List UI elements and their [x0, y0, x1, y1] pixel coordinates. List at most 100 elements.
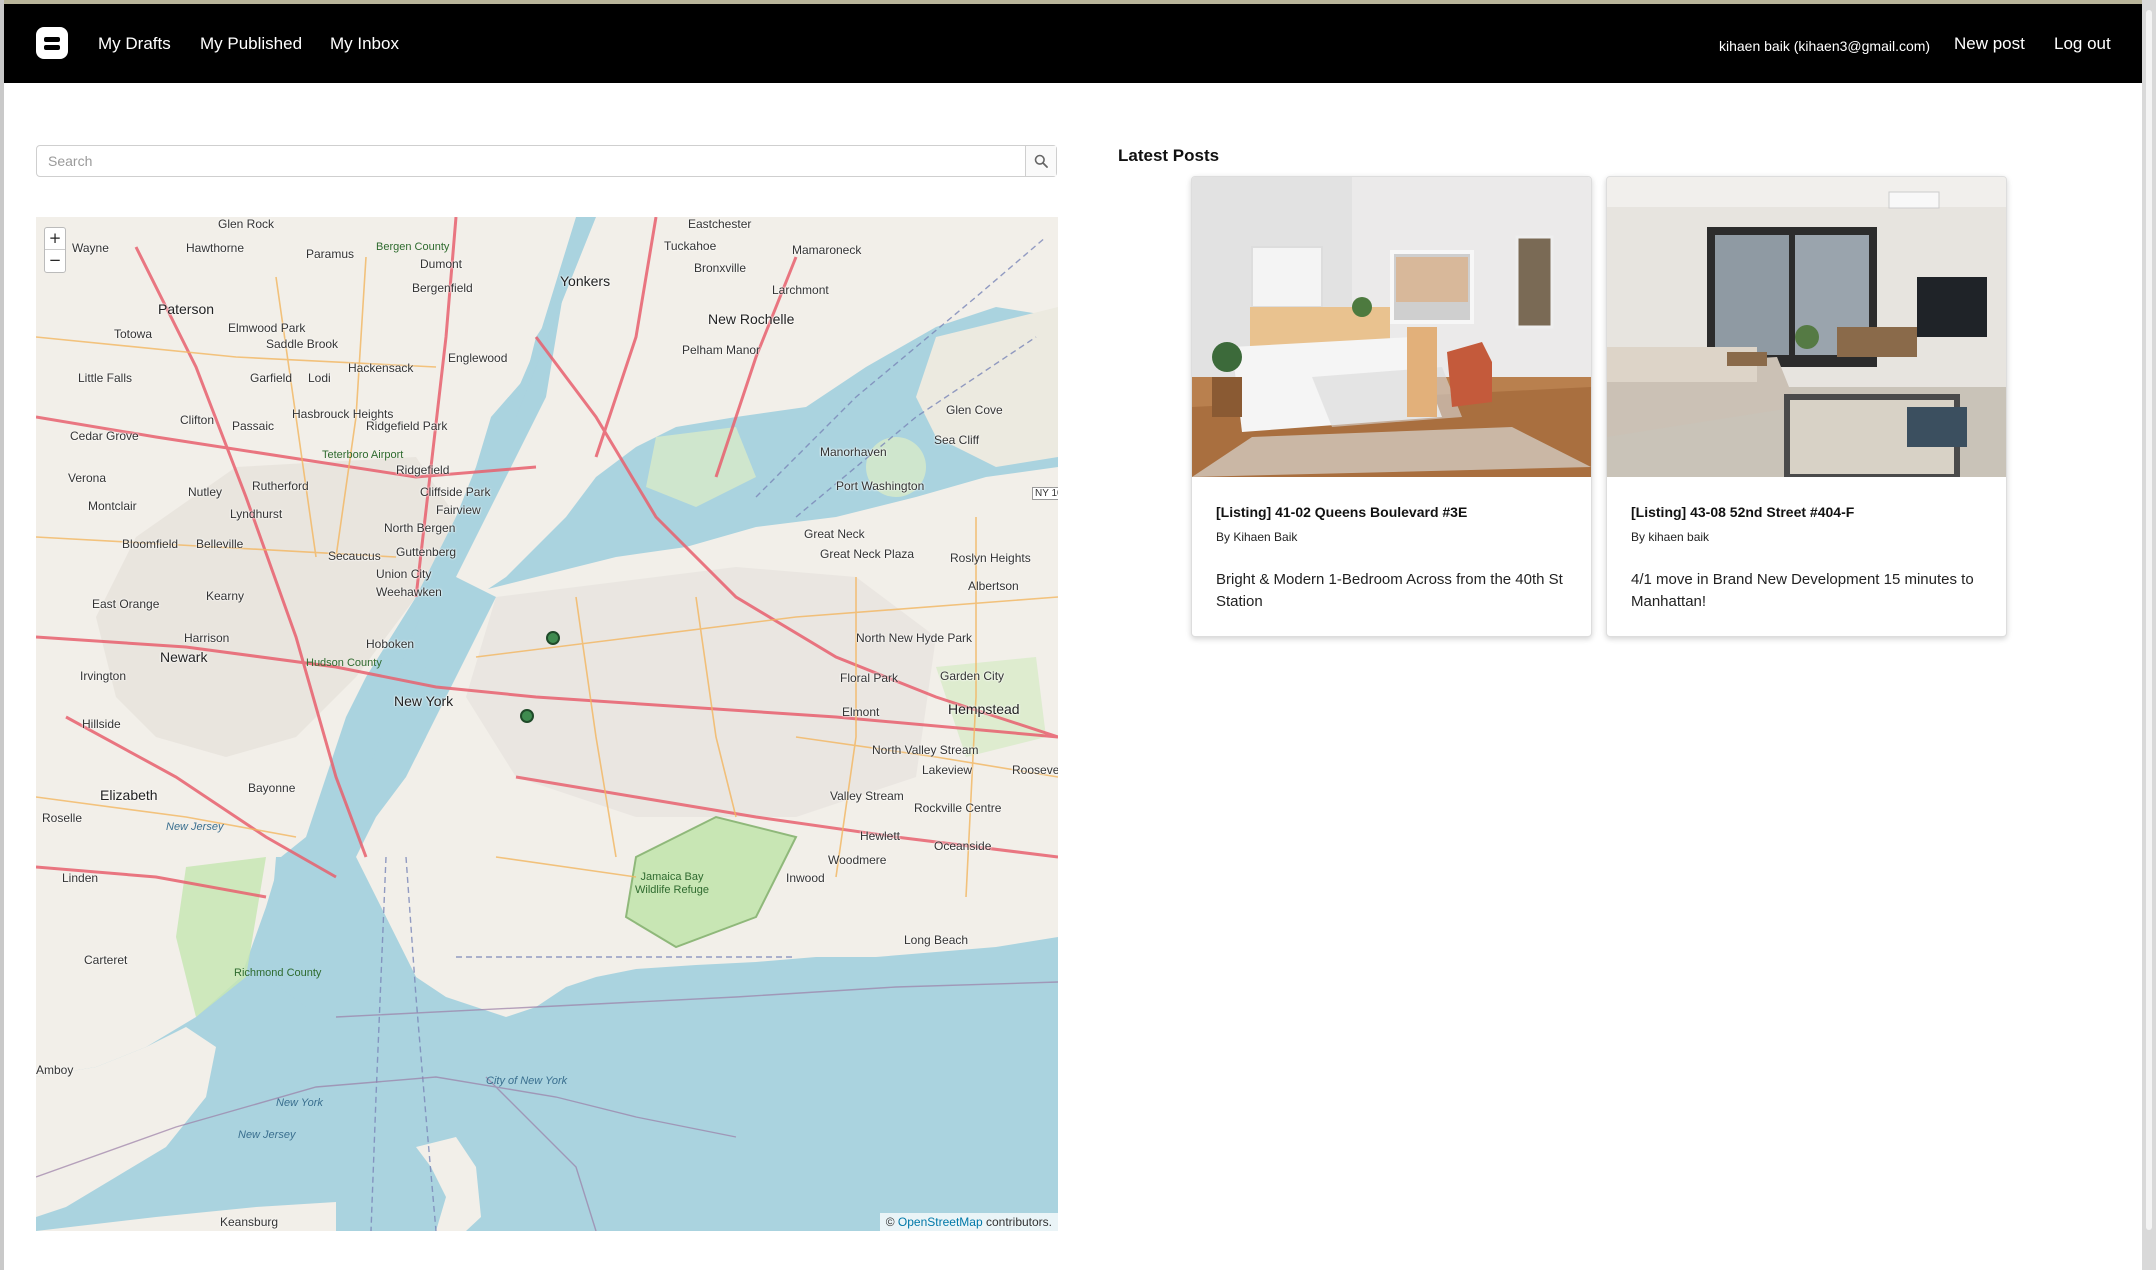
map-label: Roosevelt [1012, 763, 1058, 777]
map-label: Englewood [448, 351, 508, 365]
map-label: Bloomfield [122, 537, 179, 551]
app-logo-icon[interactable] [36, 27, 68, 59]
search-icon [1034, 154, 1048, 168]
map-label: Linden [62, 871, 99, 885]
map-area-label: Bergen County [376, 241, 450, 253]
post-image-living-room [1607, 177, 2006, 477]
listings-map[interactable]: Glen Rock Wayne Hawthorne Paramus Dumont… [36, 217, 1058, 1231]
map-label: Roslyn Heights [950, 551, 1031, 565]
listing-marker[interactable] [520, 709, 534, 723]
map-water-label: New York [276, 1097, 323, 1109]
map-label: Garfield [250, 371, 293, 385]
map-label: Little Falls [78, 371, 133, 385]
road-shield: NY 10 [1032, 487, 1058, 500]
map-label: Yonkers [560, 273, 611, 289]
new-post-link[interactable]: New post [1954, 34, 2025, 54]
map-label: Glen Cove [946, 403, 1003, 417]
post-author: By kihaen baik [1631, 530, 1710, 544]
map-label: Valley Stream [830, 789, 904, 803]
post-card[interactable]: [Listing] 41-02 Queens Boulevard #3E By … [1191, 176, 1592, 637]
map-label: Dumont [420, 257, 463, 271]
map-label: Great Neck Plaza [820, 547, 915, 561]
openstreetmap-link[interactable]: OpenStreetMap [898, 1215, 983, 1229]
map-label: North New Hyde Park [856, 631, 973, 645]
map-zoom-control: + − [44, 227, 66, 273]
map-label: Cedar Grove [70, 429, 139, 443]
post-card[interactable]: [Listing] 43-08 52nd Street #404-F By ki… [1606, 176, 2007, 637]
map-label: Totowa [114, 327, 153, 341]
map-label: Hempstead [948, 701, 1020, 717]
logout-link[interactable]: Log out [2054, 34, 2111, 54]
listing-marker[interactable] [546, 631, 560, 645]
map-label: New Rochelle [708, 311, 795, 327]
map-label: Belleville [196, 537, 244, 551]
map-label: Amboy [36, 1063, 74, 1077]
post-title[interactable]: [Listing] 41-02 Queens Boulevard #3E [1216, 504, 1467, 520]
zoom-out-button[interactable]: − [45, 250, 65, 272]
map-label: Union City [376, 567, 432, 581]
map-label: Secaucus [328, 549, 381, 563]
map-label: Montclair [88, 499, 137, 513]
map-label: Lodi [308, 371, 331, 385]
latest-posts-heading: Latest Posts [1118, 146, 1220, 165]
top-navbar: My Drafts My Published My Inbox kihaen b… [4, 4, 2142, 83]
map-label: Hewlett [860, 829, 901, 843]
map-label: Ridgefield [396, 463, 450, 477]
map-label: Manorhaven [820, 445, 887, 459]
map-label: Mamaroneck [792, 243, 862, 257]
zoom-in-button[interactable]: + [45, 228, 65, 250]
map-label: Elmont [842, 705, 880, 719]
map-label: North Valley Stream [872, 743, 979, 757]
post-description: Bright & Modern 1-Bedroom Across from th… [1216, 571, 1563, 610]
map-label: Hoboken [366, 637, 415, 651]
map-park-label: Jamaica Bay Wildlife Refuge [635, 871, 709, 896]
post-description: 4/1 move in Brand New Development 15 min… [1631, 571, 1974, 610]
map-label: Hawthorne [186, 241, 245, 255]
map-label: Wayne [72, 241, 109, 255]
map-label: Floral Park [840, 671, 899, 685]
map-label: Elizabeth [100, 787, 158, 803]
nav-my-published[interactable]: My Published [200, 34, 302, 54]
map-label: Glen Rock [218, 217, 275, 231]
map-label: Saddle Brook [266, 337, 339, 351]
map-label: Fairview [436, 503, 481, 517]
map-label: Paterson [158, 301, 215, 317]
map-label: Kearny [206, 589, 245, 603]
user-identity: kihaen baik (kihaen3@gmail.com) [1719, 38, 1931, 54]
nav-my-drafts[interactable]: My Drafts [98, 34, 171, 54]
map-water-label: New Jersey [166, 821, 224, 833]
post-author: By Kihaen Baik [1216, 530, 1298, 544]
map-label: Hillside [82, 717, 121, 731]
map-label: Hackensack [348, 361, 414, 375]
map-area-label: Teterboro Airport [322, 449, 404, 461]
map-label: Sea Cliff [934, 433, 980, 447]
search-bar [36, 145, 1057, 177]
map-area-label: Richmond County [234, 967, 322, 979]
map-label: Albertson [968, 579, 1019, 593]
map-label: Verona [68, 471, 107, 485]
map-label: Great Neck [804, 527, 865, 541]
map-label: New York [394, 693, 454, 709]
window-left-edge [0, 0, 4, 1270]
map-label: East Orange [92, 597, 160, 611]
map-water-label: City of New York [486, 1075, 568, 1087]
map-label: Roselle [42, 811, 83, 825]
page-scrollbar[interactable] [2142, 0, 2156, 1270]
post-title[interactable]: [Listing] 43-08 52nd Street #404-F [1631, 504, 1854, 520]
map-label: Keansburg [220, 1215, 279, 1229]
map-label: Guttenberg [396, 545, 457, 559]
map-attribution: © OpenStreetMap contributors. [879, 1213, 1058, 1231]
search-input[interactable] [37, 146, 1025, 176]
map-label: Inwood [786, 871, 825, 885]
attribution-copyright: © [885, 1215, 895, 1229]
map-label: Rockville Centre [914, 801, 1002, 815]
map-water-label: New Jersey [238, 1129, 296, 1141]
map-label: Oceanside [934, 839, 992, 853]
map-label: Tuckahoe [664, 239, 717, 253]
map-label: Paramus [306, 247, 355, 261]
search-button[interactable] [1025, 146, 1056, 176]
scrollbar-thumb[interactable] [2146, 10, 2152, 1230]
map-label: North Bergen [384, 521, 456, 535]
map-label: Harrison [184, 631, 230, 645]
nav-my-inbox[interactable]: My Inbox [330, 34, 399, 54]
